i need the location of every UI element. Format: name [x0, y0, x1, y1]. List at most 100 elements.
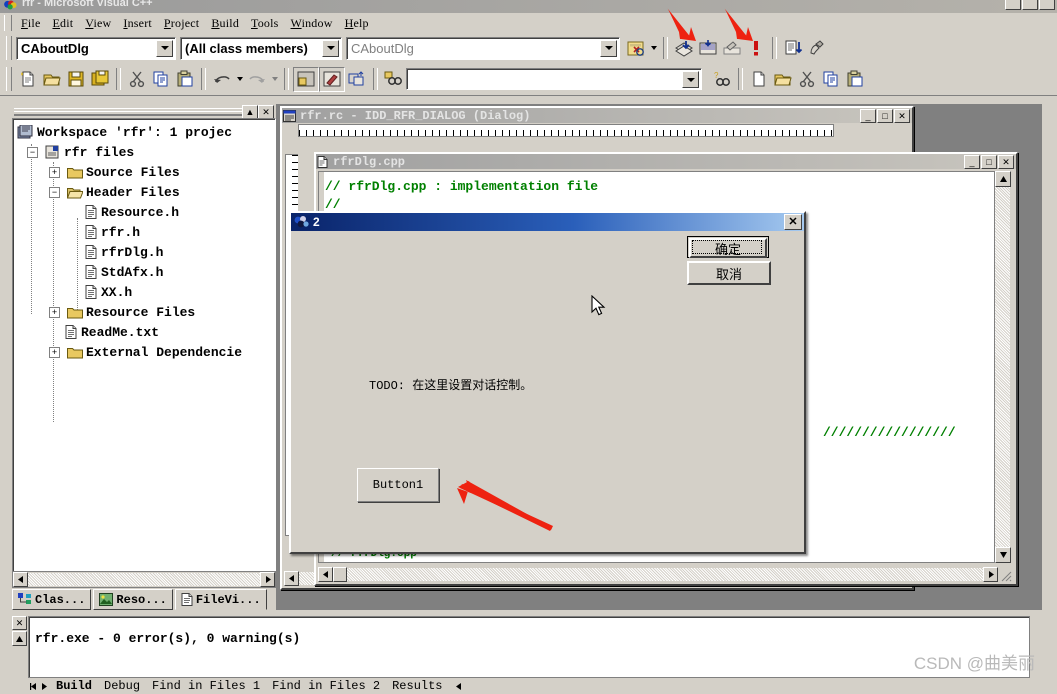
execute-program-icon[interactable]	[744, 37, 768, 60]
redo-icon[interactable]	[245, 68, 269, 91]
tree-item-readme-txt[interactable]: ReadMe.txt	[15, 322, 275, 342]
dialog-titlebar[interactable]: 2 ✕	[291, 213, 804, 231]
menu-item-help[interactable]: Help	[339, 15, 375, 32]
scroll-left-icon[interactable]	[13, 572, 28, 587]
minimize-button[interactable]: _	[860, 108, 876, 123]
new-icon[interactable]	[747, 68, 771, 91]
scroll-up-icon[interactable]	[995, 171, 1011, 187]
members-combo[interactable]: (All class members)	[180, 36, 342, 60]
tab-scroll-first-icon[interactable]	[28, 679, 39, 693]
window-list-icon[interactable]	[345, 68, 369, 91]
tree-expand-icon[interactable]: +	[49, 346, 60, 358]
scroll-left-icon[interactable]	[318, 567, 333, 582]
workspace-toggle-icon[interactable]	[293, 66, 319, 92]
tree-item-resource-h[interactable]: Resource.h	[15, 202, 275, 222]
output-tab-results[interactable]: Results	[386, 679, 448, 693]
workspace-close-button[interactable]: ✕	[258, 105, 274, 119]
new-text-file-icon[interactable]	[16, 68, 40, 91]
tree-item-resource-files[interactable]: + Resource Files	[15, 302, 275, 322]
tree-item-external-dependencies[interactable]: + External Dependencie	[15, 342, 275, 362]
chevron-down-icon[interactable]	[269, 68, 280, 91]
open-icon[interactable]	[40, 68, 64, 91]
menu-item-view[interactable]: View	[79, 15, 117, 32]
maximize-button[interactable]	[1022, 0, 1038, 10]
chevron-down-icon[interactable]	[322, 39, 339, 57]
find-icon[interactable]: ?	[710, 68, 734, 91]
minimize-button[interactable]: _	[964, 154, 980, 169]
scroll-right-icon[interactable]	[260, 572, 275, 587]
tab-fileview[interactable]: FileVi...	[174, 589, 267, 610]
minimize-button[interactable]	[1005, 0, 1021, 10]
cancel-button[interactable]: 取消	[687, 261, 771, 285]
fileview-tree[interactable]: Workspace 'rfr': 1 projec − rfr files +	[12, 118, 276, 572]
paste2-icon[interactable]	[843, 68, 867, 91]
resource-window-titlebar[interactable]: rfr.rc - IDD_RFR_DIALOG (Dialog) _ □ ✕	[282, 108, 912, 123]
undo-icon[interactable]	[210, 68, 234, 91]
tree-expand-icon[interactable]: +	[49, 306, 60, 318]
tree-item-rfrdlg-h[interactable]: rfrDlg.h	[15, 242, 275, 262]
classview-lookup-icon[interactable]	[624, 37, 648, 60]
output-text-box[interactable]: rfr.exe - 0 error(s), 0 warning(s)	[28, 616, 1030, 678]
find-combo[interactable]	[406, 68, 702, 90]
build-icon[interactable]	[696, 37, 720, 60]
tree-expand-icon[interactable]: +	[49, 166, 60, 178]
close-icon[interactable]: ✕	[784, 214, 802, 230]
tree-item-source-files[interactable]: + Source Files	[15, 162, 275, 182]
chevron-down-icon[interactable]	[234, 68, 245, 91]
scroll-right-icon[interactable]	[983, 567, 998, 582]
save-all-icon[interactable]	[88, 68, 112, 91]
menu-item-file[interactable]: FFileile	[15, 15, 46, 32]
resource-window-controls[interactable]: _ □ ✕	[860, 108, 911, 123]
menu-item-build[interactable]: Build	[205, 15, 245, 32]
scroll-track[interactable]	[995, 187, 1010, 547]
output-close-button[interactable]: ✕	[12, 616, 27, 630]
tree-item-xx-h[interactable]: XX.h	[15, 282, 275, 302]
scroll-track[interactable]	[347, 568, 983, 581]
code-vscrollbar[interactable]	[994, 171, 1011, 563]
go-debug-icon[interactable]	[781, 37, 805, 60]
maximize-button[interactable]: □	[981, 154, 997, 169]
function-combo[interactable]: CAboutDlg	[346, 36, 620, 60]
close-button[interactable]: ✕	[894, 108, 910, 123]
tab-classview[interactable]: Clas...	[12, 589, 92, 610]
output-tab-find-in-files-2[interactable]: Find in Files 2	[266, 679, 386, 693]
chevron-down-icon[interactable]	[648, 37, 659, 60]
code-window-controls[interactable]: _ □ ✕	[964, 154, 1015, 169]
tree-item-rfr-h[interactable]: rfr.h	[15, 222, 275, 242]
chevron-down-icon[interactable]	[156, 39, 173, 57]
button1[interactable]: Button1	[357, 468, 439, 502]
paste-icon[interactable]	[173, 68, 197, 91]
tree-item-rfr-files[interactable]: − rfr files	[15, 142, 275, 162]
window-controls[interactable]	[1005, 0, 1055, 10]
scroll-down-icon[interactable]	[995, 547, 1011, 563]
resize-grip[interactable]	[998, 567, 1012, 582]
menu-item-window[interactable]: Window	[285, 15, 339, 32]
cut-icon[interactable]	[125, 68, 149, 91]
scroll-thumb[interactable]	[333, 567, 347, 582]
workspace-restore-button[interactable]: ▲	[242, 105, 258, 119]
chevron-down-icon[interactable]	[600, 39, 617, 57]
tree-collapse-icon[interactable]: −	[49, 186, 60, 198]
cut2-icon[interactable]	[795, 68, 819, 91]
open2-icon[interactable]	[771, 68, 795, 91]
menu-item-insert[interactable]: Insert	[117, 15, 158, 32]
close-button[interactable]	[1039, 0, 1055, 10]
menu-item-project[interactable]: Project	[158, 15, 205, 32]
stop-build-icon[interactable]	[720, 37, 744, 60]
code-hscrollbar[interactable]	[318, 567, 1012, 582]
build-compile-icon[interactable]	[672, 37, 696, 60]
tree-item-header-files[interactable]: − Header Files	[15, 182, 275, 202]
tree-item-workspace[interactable]: Workspace 'rfr': 1 projec	[15, 122, 275, 142]
tab-scroll-next-icon[interactable]	[452, 679, 464, 693]
tree-item-stdafx-h[interactable]: StdAfx.h	[15, 262, 275, 282]
tree-collapse-icon[interactable]: −	[27, 146, 38, 158]
output-tab-build[interactable]: Build	[50, 679, 98, 693]
output-tab-find-in-files-1[interactable]: Find in Files 1	[146, 679, 266, 693]
scroll-up-icon[interactable]	[12, 631, 27, 646]
code-window-titlebar[interactable]: rfrDlg.cpp _ □ ✕	[316, 154, 1016, 169]
chevron-down-icon[interactable]	[682, 71, 699, 88]
scroll-left-icon[interactable]	[284, 571, 299, 586]
toolbar-grip-2[interactable]	[6, 67, 12, 91]
menu-grip[interactable]	[4, 15, 12, 31]
copy2-icon[interactable]	[819, 68, 843, 91]
